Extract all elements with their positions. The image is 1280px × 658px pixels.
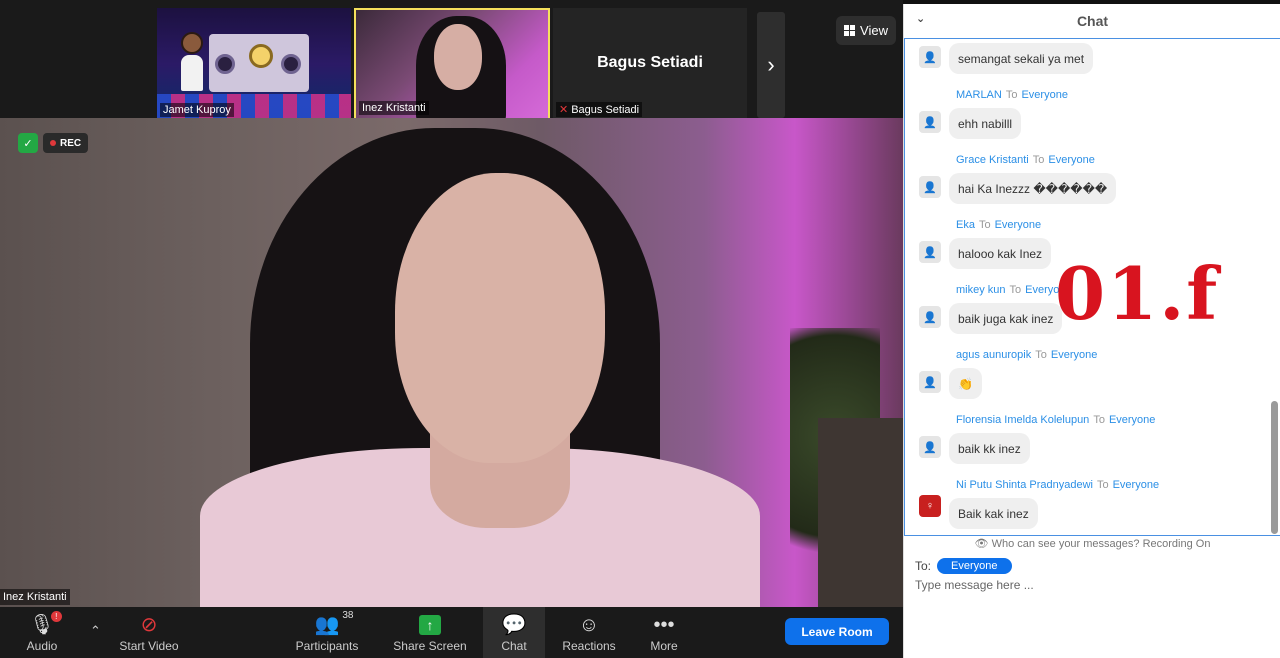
chat-message-list[interactable]: 👤 semangat sekali ya met MARLAN To Everyon… bbox=[904, 38, 1280, 536]
leave-room-button[interactable]: Leave Room bbox=[785, 618, 889, 645]
chat-message: hai Ka Inezzz ������ bbox=[949, 173, 1117, 204]
chat-message: baik juga kak inez bbox=[949, 303, 1063, 334]
participants-count: 38 bbox=[342, 610, 354, 621]
tile-name-label: ✕ Bagus Setiadi bbox=[556, 102, 643, 117]
mic-muted-icon: ✕ bbox=[559, 104, 569, 116]
recipient-row: To: Everyone bbox=[915, 558, 1012, 574]
chat-message: ehh nabilll bbox=[949, 108, 1022, 139]
main-speaker-video: ✓ REC Inez Kristanti bbox=[0, 118, 903, 607]
user-avatar-icon: 👤 bbox=[919, 306, 941, 328]
visibility-person-icon: 👁 bbox=[974, 538, 989, 550]
smiley-icon: ☺ bbox=[578, 614, 600, 636]
avatar-character bbox=[181, 32, 203, 92]
meeting-toolbar: 🎙! Audio ⌃ ⊘ Start Video 👥 38 Participant… bbox=[0, 607, 903, 658]
chat-bubble-icon: 💬 bbox=[501, 614, 527, 636]
message-sender: agus aunuropik To Everyone bbox=[956, 349, 1098, 361]
message-sender: Grace Kristanti To Everyone bbox=[956, 154, 1095, 166]
user-avatar-icon: 👤 bbox=[919, 371, 941, 393]
video-tile-jamet[interactable]: Jamet Kuproy bbox=[157, 8, 351, 120]
recording-badge[interactable]: REC bbox=[43, 133, 89, 153]
chat-header: ⌄ Chat bbox=[904, 4, 1280, 38]
chat-panel: ⌄ Chat 👤 semangat sekali ya met MARLAN To… bbox=[903, 4, 1280, 658]
message-sender: Eka To Everyone bbox=[956, 219, 1042, 231]
video-tile-bagus[interactable]: Bagus Setiadi ✕ Bagus Setiadi bbox=[553, 8, 747, 120]
dj-booth bbox=[209, 34, 309, 92]
participant-strip: Jamet Kuproy Inez Kristanti Bagus Setiad… bbox=[0, 4, 903, 120]
more-dots-icon: ••• bbox=[653, 614, 675, 636]
user-avatar-icon: 👤 bbox=[919, 176, 941, 198]
message-sender: MARLAN To Everyone bbox=[956, 89, 1068, 101]
message-visibility-note[interactable]: 👁 Who can see your messages? Recording O… bbox=[904, 537, 1280, 550]
view-button[interactable]: View bbox=[836, 16, 896, 45]
chat-message-input[interactable] bbox=[915, 578, 1270, 648]
encryption-shield-icon[interactable]: ✓ bbox=[18, 133, 38, 153]
audio-button[interactable]: 🎙! Audio bbox=[18, 607, 66, 658]
user-photo-avatar: ♀ bbox=[919, 495, 941, 517]
chat-message: halooo kak Inez bbox=[949, 238, 1052, 269]
to-label: To: bbox=[915, 559, 932, 573]
participants-icon: 👥 38 bbox=[314, 610, 354, 636]
share-screen-button[interactable]: ↑ Share Screen bbox=[392, 607, 468, 658]
user-avatar-icon: 👤 bbox=[919, 46, 941, 68]
speaker-left bbox=[215, 54, 235, 74]
participant-display-name: Bagus Setiadi bbox=[597, 54, 703, 71]
tile-name-label: Jamet Kuproy bbox=[160, 103, 234, 117]
tile-name-label: Inez Kristanti bbox=[359, 101, 429, 115]
meeting-status-badges: ✓ REC bbox=[18, 133, 89, 153]
speaker-face bbox=[395, 173, 605, 463]
more-button[interactable]: ••• More bbox=[641, 607, 687, 658]
user-avatar-icon: 👤 bbox=[919, 241, 941, 263]
start-video-button[interactable]: ⊘ Start Video bbox=[115, 607, 183, 658]
chat-message: 👏 bbox=[949, 368, 982, 399]
chat-message: Baik kak inez bbox=[949, 498, 1038, 529]
booth-logo bbox=[249, 44, 273, 68]
meeting-area: Jamet Kuproy Inez Kristanti Bagus Setiad… bbox=[0, 0, 903, 658]
main-speaker-name: Inez Kristanti bbox=[0, 589, 70, 605]
participants-button[interactable]: 👥 38 Participants bbox=[292, 607, 362, 658]
user-avatar-icon: 👤 bbox=[919, 436, 941, 458]
recipient-dropdown[interactable]: Everyone bbox=[937, 558, 1012, 574]
audio-warning-badge: ! bbox=[50, 611, 62, 622]
grid-view-icon bbox=[844, 25, 856, 36]
microphone-icon: 🎙! bbox=[29, 611, 62, 635]
share-screen-arrow-icon: ↑ bbox=[419, 615, 441, 635]
chat-message: baik kk inez bbox=[949, 433, 1030, 464]
chat-scrollbar[interactable] bbox=[1271, 401, 1278, 534]
user-avatar-icon: 👤 bbox=[919, 111, 941, 133]
chat-title: Chat bbox=[1076, 13, 1109, 29]
next-page-chevron-icon[interactable]: › bbox=[757, 12, 785, 118]
message-sender: Florensia Imelda Kolelupun To Everyone bbox=[956, 414, 1156, 426]
chat-button[interactable]: 💬 Chat bbox=[483, 607, 545, 658]
speaker-right bbox=[281, 54, 301, 74]
video-off-icon: ⊘ bbox=[140, 614, 158, 636]
message-sender: Ni Putu Shinta Pradnyadewi To Everyone bbox=[956, 479, 1160, 491]
chat-message: semangat sekali ya met bbox=[949, 43, 1094, 74]
video-tile-inez[interactable]: Inez Kristanti bbox=[354, 8, 550, 120]
reactions-button[interactable]: ☺ Reactions bbox=[558, 607, 620, 658]
zoom-window: Jamet Kuproy Inez Kristanti Bagus Setiad… bbox=[0, 0, 1280, 658]
background-shelf bbox=[818, 418, 903, 607]
collapse-chevron-icon[interactable]: ⌄ bbox=[916, 12, 925, 25]
record-dot-icon bbox=[50, 140, 56, 146]
message-sender: mikey kun To Everyone bbox=[956, 284, 1072, 296]
audio-options-chevron-icon[interactable]: ⌃ bbox=[90, 623, 101, 639]
